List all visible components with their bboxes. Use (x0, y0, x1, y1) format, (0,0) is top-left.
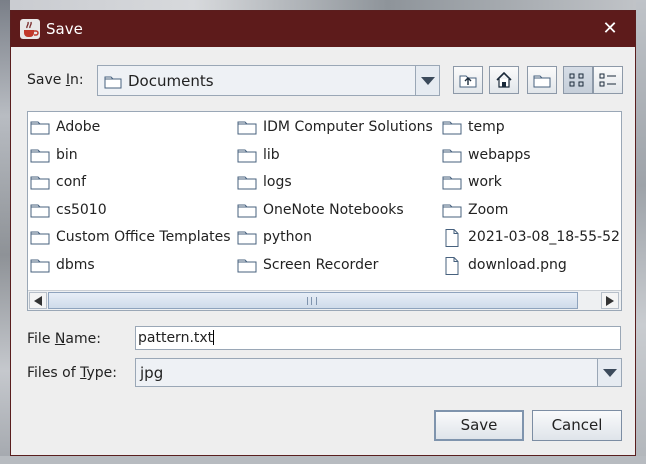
files-of-type-label: Files of Type: (27, 365, 118, 381)
folder-icon (30, 202, 50, 220)
list-item-label: cs5010 (56, 202, 107, 218)
folder-icon (30, 119, 50, 137)
list-item-label: Adobe (56, 119, 101, 135)
files-of-type-value: jpg (140, 364, 164, 382)
details-view-button[interactable] (593, 66, 623, 94)
list-item-label: logs (263, 174, 292, 190)
folder-icon (237, 229, 257, 247)
new-folder-button[interactable] (527, 66, 557, 94)
list-item-label: OneNote Notebooks (263, 202, 404, 218)
dialog-title: Save (46, 20, 83, 38)
folder-icon (442, 147, 462, 165)
save-in-label: Save In: (27, 72, 84, 88)
folder-icon (442, 174, 462, 192)
file-name-input[interactable]: pattern.txt (135, 326, 621, 350)
horizontal-scrollbar[interactable] (28, 290, 621, 310)
save-in-combobox[interactable]: Documents (97, 65, 440, 96)
list-item-label: lib (263, 147, 280, 163)
arrow-right-icon (606, 296, 614, 306)
arrow-left-icon (34, 296, 42, 306)
folder-icon (30, 229, 50, 247)
list-item-label: Custom Office Templates (56, 229, 231, 245)
folder-icon (442, 119, 462, 137)
scroll-left-button[interactable] (29, 292, 47, 309)
file-list[interactable]: Adobe bin conf cs5010 Custom Office Template… (27, 111, 622, 311)
list-item-label: download.png (468, 257, 567, 273)
list-item-label: Screen Recorder (263, 257, 379, 273)
folder-icon (442, 202, 462, 220)
save-dialog: Save ✕ Save In: Documents Adobe bin conf… (10, 10, 636, 456)
list-item-label: temp (468, 119, 505, 135)
list-view-button[interactable] (563, 66, 593, 94)
folder-icon (30, 257, 50, 275)
folder-icon (30, 147, 50, 165)
chevron-down-icon (603, 368, 617, 377)
java-cup-icon (20, 19, 40, 39)
scrollbar-grip (307, 297, 317, 305)
folder-icon (237, 174, 257, 192)
files-of-type-dropdown-arrow[interactable] (597, 359, 621, 386)
folder-icon (237, 119, 257, 137)
file-name-label: File Name: (27, 331, 101, 347)
list-item-label: work (468, 174, 502, 190)
chevron-down-icon (421, 76, 435, 85)
folder-icon (237, 257, 257, 275)
details-view-icon (599, 73, 616, 87)
folder-icon (237, 202, 257, 220)
close-icon: ✕ (602, 18, 618, 39)
list-item-label: dbms (56, 257, 95, 273)
folder-icon (104, 76, 122, 89)
desktop-background-bottom (0, 456, 646, 464)
list-item-label: bin (56, 147, 78, 163)
text-caret (213, 330, 215, 345)
file-icon (442, 257, 462, 275)
folder-up-icon (459, 75, 477, 88)
list-item-label: Zoom (468, 202, 509, 218)
list-item-label: 2021-03-08_18-55-52.p (468, 229, 622, 245)
save-in-value: Documents (128, 72, 214, 90)
desktop-background-right (636, 0, 646, 464)
files-of-type-combobox[interactable]: jpg (135, 358, 622, 387)
folder-icon (30, 174, 50, 192)
home-button[interactable] (489, 66, 519, 94)
desktop-background-top (0, 0, 646, 10)
list-item-label: webapps (468, 147, 531, 163)
list-view-icon (569, 73, 584, 87)
save-in-dropdown-arrow[interactable] (415, 66, 439, 95)
desktop-background-left (0, 0, 10, 464)
list-item-label: IDM Computer Solutions (263, 119, 433, 135)
title-bar[interactable]: Save ✕ (11, 11, 635, 47)
file-icon (442, 229, 462, 247)
folder-icon (237, 147, 257, 165)
scroll-right-button[interactable] (601, 292, 619, 309)
up-one-level-button[interactable] (453, 66, 483, 94)
cancel-button[interactable]: Cancel (532, 410, 622, 441)
home-icon (496, 72, 512, 88)
list-item-label: conf (56, 174, 87, 190)
list-item-label: python (263, 229, 312, 245)
close-button[interactable]: ✕ (597, 17, 623, 41)
scrollbar-thumb[interactable] (48, 292, 578, 309)
new-folder-icon (533, 75, 551, 88)
save-button[interactable]: Save (434, 410, 524, 441)
